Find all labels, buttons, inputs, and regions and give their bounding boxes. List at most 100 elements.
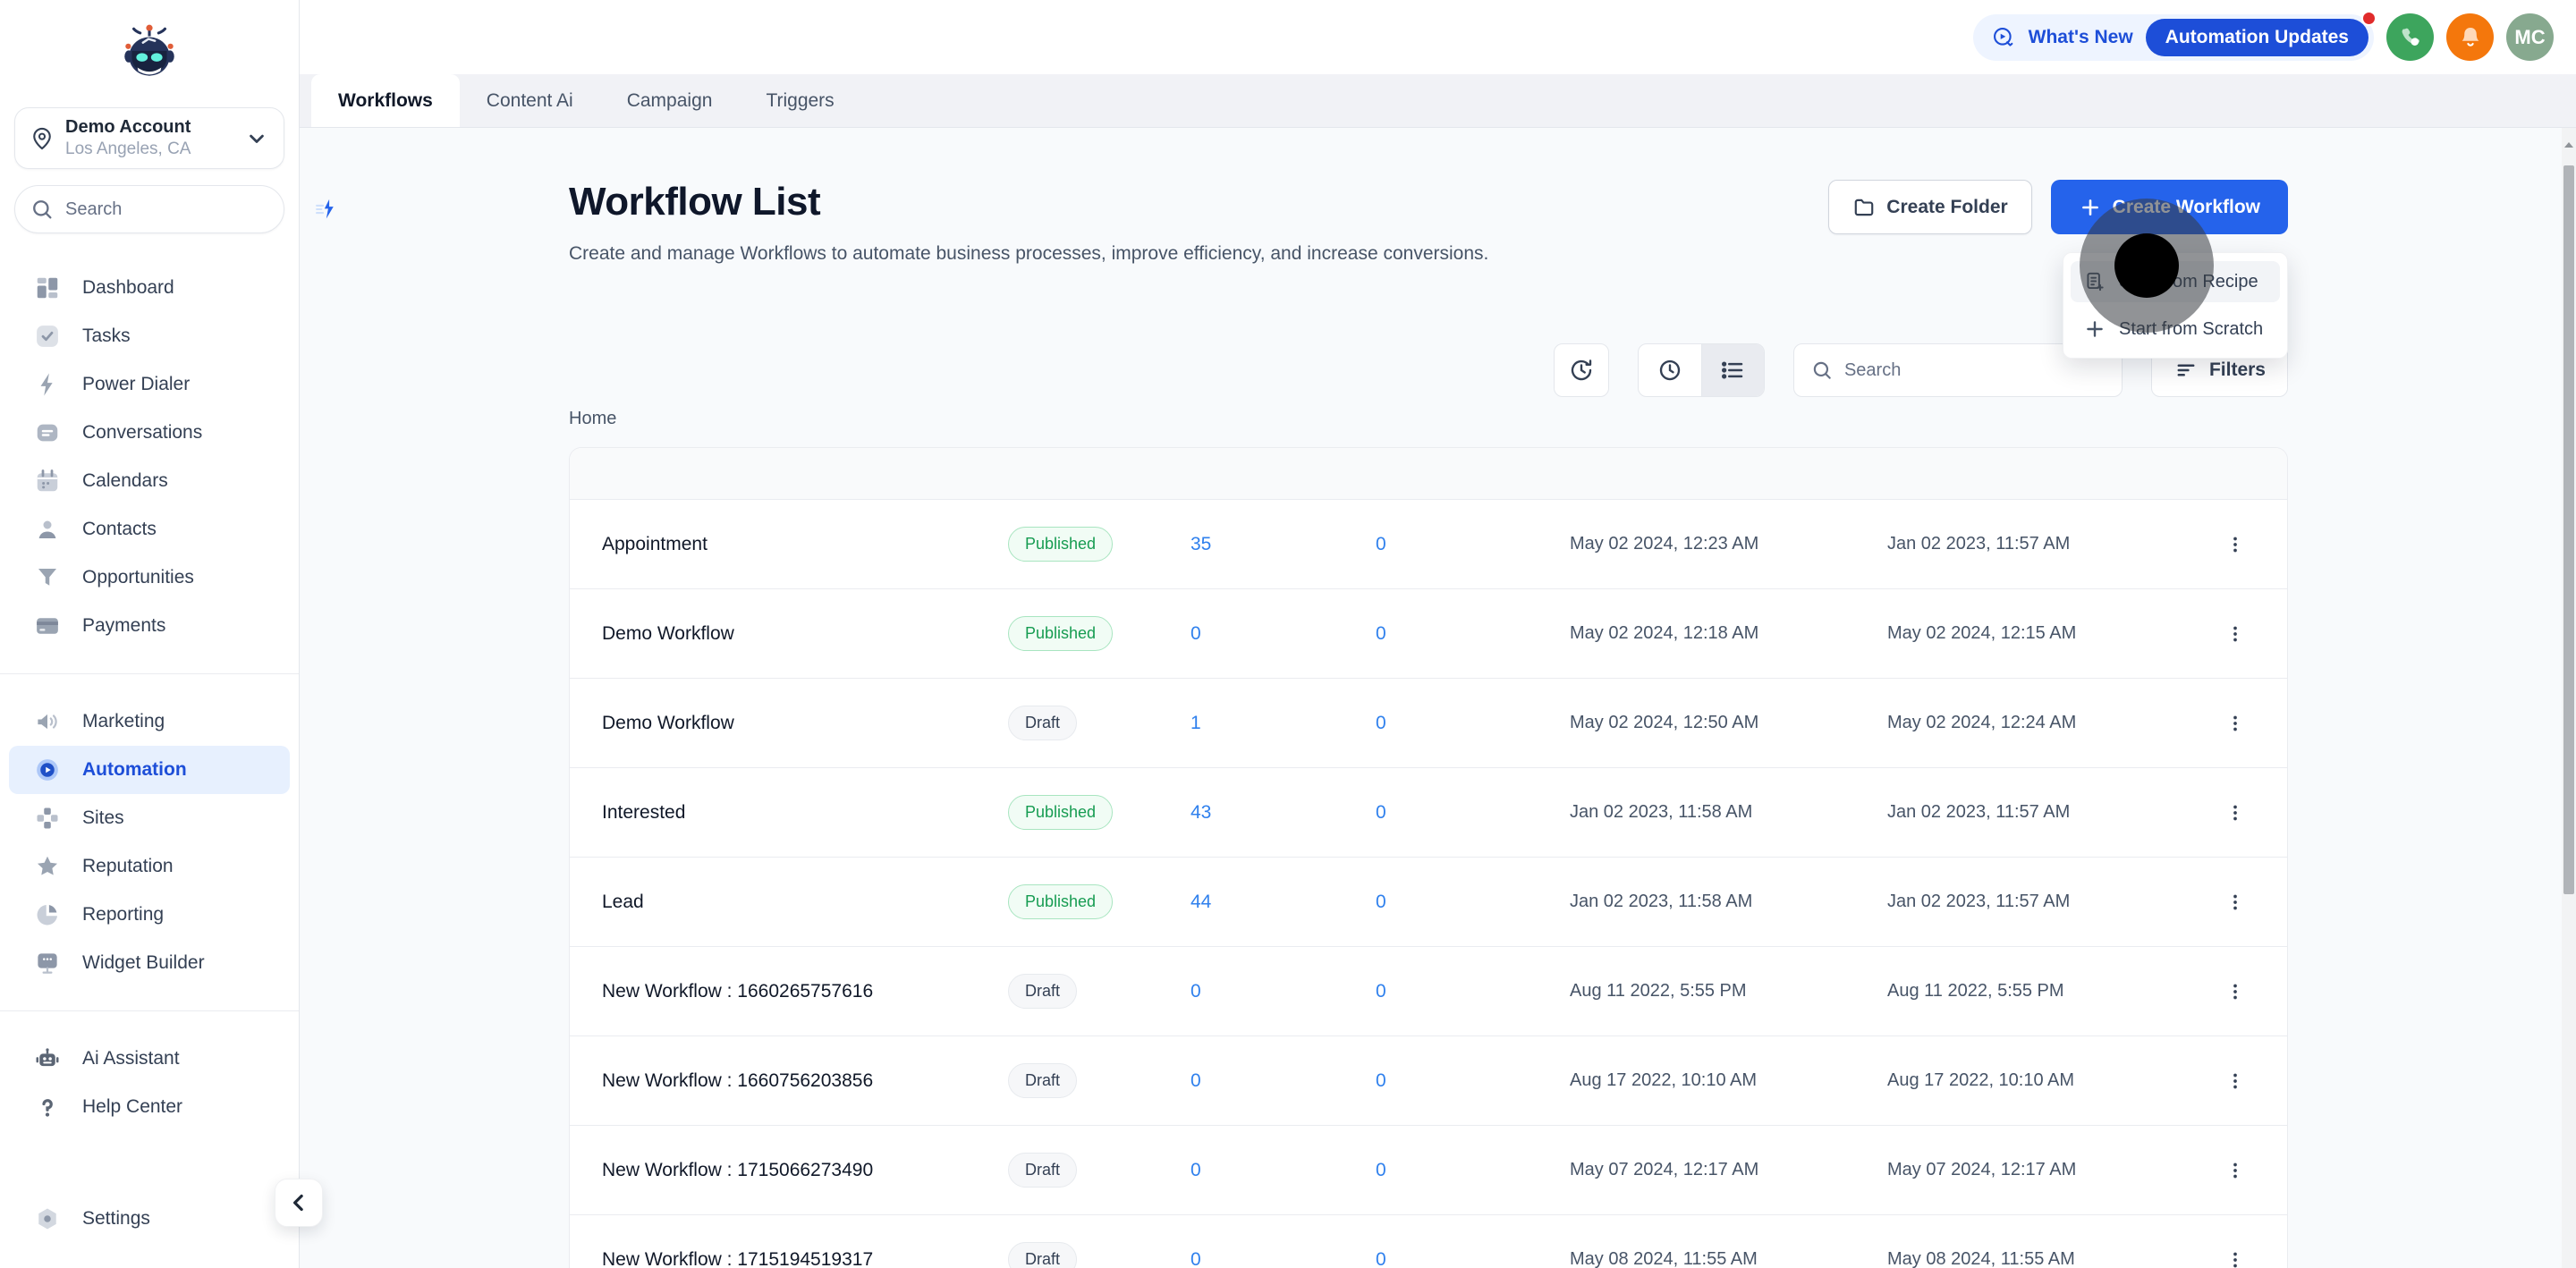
- sidebar-item-settings[interactable]: Settings: [0, 1195, 299, 1243]
- scroll-up-arrow[interactable]: [2563, 140, 2574, 149]
- create-workflow-label: Create Workflow: [2113, 197, 2260, 218]
- power-dialer-icon: [34, 371, 61, 398]
- topbar: What's New Automation Updates MC: [300, 0, 2576, 74]
- total-enrolled-link[interactable]: 0: [1191, 623, 1376, 645]
- whats-new-pill[interactable]: What's New Automation Updates: [1973, 14, 2374, 61]
- sidebar-collapse-button[interactable]: [275, 1179, 323, 1227]
- workflow-search-input[interactable]: [1844, 360, 2106, 381]
- row-menu-button[interactable]: [2216, 704, 2255, 743]
- search-icon: [30, 197, 55, 222]
- total-enrolled-link[interactable]: 35: [1191, 534, 1376, 555]
- sidebar-nav-item[interactable]: Sites: [0, 794, 299, 842]
- search-icon: [1810, 359, 1834, 382]
- sidebar-nav-item[interactable]: Widget Builder: [0, 939, 299, 987]
- active-enrolled-link[interactable]: 0: [1376, 981, 1570, 1002]
- notifications-button[interactable]: [2446, 13, 2494, 61]
- plus-gray-icon: [2083, 317, 2106, 341]
- breadcrumb[interactable]: Home: [569, 409, 616, 429]
- created-on: May 02 2024, 12:15 AM: [1887, 623, 2209, 644]
- sidebar-nav-item[interactable]: Dashboard: [0, 264, 299, 312]
- total-enrolled-link[interactable]: 43: [1191, 802, 1376, 824]
- total-enrolled-link[interactable]: 0: [1191, 981, 1376, 1002]
- active-enrolled-link[interactable]: 0: [1376, 892, 1570, 913]
- total-enrolled-link[interactable]: 0: [1191, 1070, 1376, 1092]
- enrollment-history-button[interactable]: [1554, 343, 1609, 397]
- phone-button[interactable]: [2386, 13, 2434, 61]
- sidebar-item-label: Settings: [82, 1208, 150, 1230]
- payments-icon: [34, 613, 61, 639]
- row-menu-button[interactable]: [2216, 614, 2255, 654]
- row-menu-button[interactable]: [2216, 525, 2255, 564]
- ai-assistant-icon: [34, 1045, 61, 1072]
- row-menu-button[interactable]: [2216, 1240, 2255, 1268]
- active-enrolled-link[interactable]: 0: [1376, 623, 1570, 645]
- last-updated: May 02 2024, 12:50 AM: [1570, 713, 1887, 733]
- sidebar-nav-item[interactable]: Ai Assistant: [0, 1035, 299, 1083]
- menu-item-label: Start from Scratch: [2119, 319, 2263, 340]
- row-menu-button[interactable]: [2216, 793, 2255, 833]
- active-enrolled-link[interactable]: 0: [1376, 713, 1570, 734]
- sidebar-nav-item[interactable]: Marketing: [0, 697, 299, 746]
- workflow-name[interactable]: New Workflow : 1660265757616: [602, 981, 1008, 1002]
- workflow-name[interactable]: Interested: [602, 802, 1008, 824]
- workflow-name[interactable]: New Workflow : 1715194519317: [602, 1249, 1008, 1268]
- active-enrolled-link[interactable]: 0: [1376, 1070, 1570, 1092]
- row-menu-button[interactable]: [2216, 1151, 2255, 1190]
- sidebar-search-input[interactable]: [65, 199, 302, 220]
- workflow-name[interactable]: New Workflow : 1660756203856: [602, 1070, 1008, 1092]
- row-menu-button[interactable]: [2216, 972, 2255, 1011]
- sidebar-nav-item[interactable]: Opportunities: [0, 554, 299, 602]
- automation-updates-button[interactable]: Automation Updates: [2146, 19, 2368, 56]
- created-on: Jan 02 2023, 11:57 AM: [1887, 802, 2209, 823]
- created-on: May 08 2024, 11:55 AM: [1887, 1249, 2209, 1268]
- table-row: Demo Workflow Published 0 0 May 02 2024,…: [570, 589, 2287, 679]
- workflow-name[interactable]: New Workflow : 1715066273490: [602, 1160, 1008, 1181]
- sidebar-nav-item[interactable]: Payments: [0, 602, 299, 650]
- tab[interactable]: Triggers: [739, 74, 860, 127]
- total-enrolled-link[interactable]: 1: [1191, 713, 1376, 734]
- workflow-name[interactable]: Demo Workflow: [602, 713, 1008, 734]
- active-enrolled-link[interactable]: 0: [1376, 1249, 1570, 1268]
- row-menu-button[interactable]: [2216, 1061, 2255, 1101]
- workflow-name[interactable]: Lead: [602, 892, 1008, 913]
- tab[interactable]: Workflows: [311, 74, 460, 127]
- table-row: Appointment Published 35 0 May 02 2024, …: [570, 500, 2287, 589]
- sidebar-nav-item[interactable]: Automation: [9, 746, 290, 794]
- menu-item[interactable]: Start from Scratch: [2071, 309, 2280, 350]
- sidebar-nav-item[interactable]: Reputation: [0, 842, 299, 891]
- last-updated: May 02 2024, 12:18 AM: [1570, 623, 1887, 644]
- sidebar-search[interactable]: [14, 185, 284, 233]
- total-enrolled-link[interactable]: 44: [1191, 892, 1376, 913]
- scrollbar-thumb[interactable]: [2563, 165, 2574, 894]
- active-enrolled-link[interactable]: 0: [1376, 1160, 1570, 1181]
- menu-item-label: Start from Recipe: [2119, 272, 2258, 292]
- last-updated: Jan 02 2023, 11:58 AM: [1570, 802, 1887, 823]
- user-avatar[interactable]: MC: [2506, 13, 2554, 61]
- sidebar-nav-item[interactable]: Tasks: [0, 312, 299, 360]
- sidebar-nav-item[interactable]: Help Center: [0, 1083, 299, 1131]
- workflow-name[interactable]: Demo Workflow: [602, 623, 1008, 645]
- active-enrolled-link[interactable]: 0: [1376, 802, 1570, 824]
- create-folder-button[interactable]: Create Folder: [1828, 180, 2031, 234]
- menu-item[interactable]: Start from Recipe: [2071, 261, 2280, 302]
- view-toggle-list[interactable]: [1701, 344, 1764, 396]
- table-row: New Workflow : 1660756203856 Draft 0 0 A…: [570, 1036, 2287, 1126]
- sidebar-nav-main: Dashboard Tasks Power Dialer Conversatio…: [0, 264, 299, 650]
- sidebar-nav-item[interactable]: Reporting: [0, 891, 299, 939]
- sidebar-nav-item[interactable]: Contacts: [0, 505, 299, 554]
- account-selector[interactable]: Demo Account Los Angeles, CA: [14, 107, 284, 169]
- last-updated: May 02 2024, 12:23 AM: [1570, 534, 1887, 554]
- sidebar-nav-item[interactable]: Conversations: [0, 409, 299, 457]
- sidebar-nav-item[interactable]: Power Dialer: [0, 360, 299, 409]
- view-toggle-history[interactable]: [1639, 344, 1701, 396]
- workflow-name[interactable]: Appointment: [602, 534, 1008, 555]
- create-workflow-button[interactable]: Create Workflow: [2051, 180, 2288, 234]
- sidebar-nav-item[interactable]: Calendars: [0, 457, 299, 505]
- workflow-table: Appointment Published 35 0 May 02 2024, …: [569, 447, 2288, 1268]
- total-enrolled-link[interactable]: 0: [1191, 1160, 1376, 1181]
- row-menu-button[interactable]: [2216, 883, 2255, 922]
- tab[interactable]: Content Ai: [460, 74, 600, 127]
- tab[interactable]: Campaign: [600, 74, 740, 127]
- active-enrolled-link[interactable]: 0: [1376, 534, 1570, 555]
- total-enrolled-link[interactable]: 0: [1191, 1249, 1376, 1268]
